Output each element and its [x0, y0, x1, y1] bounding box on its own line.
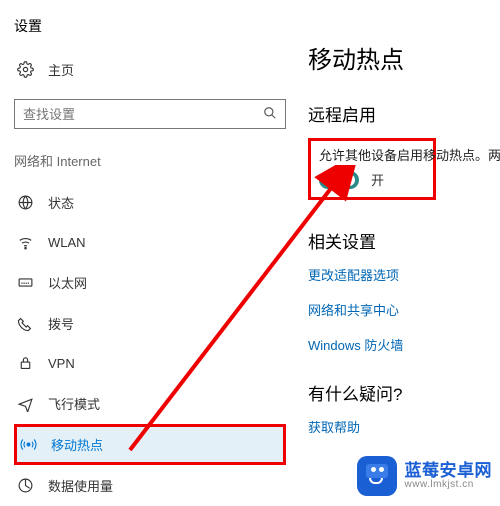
- help-title: 有什么疑问?: [308, 380, 500, 405]
- search-input[interactable]: [23, 107, 263, 122]
- window-title: 设置: [14, 16, 286, 36]
- sidebar-item-label: 移动热点: [51, 435, 103, 454]
- sidebar-item-label: 以太网: [48, 273, 87, 292]
- sidebar-item-status[interactable]: 状态: [14, 182, 286, 223]
- sidebar-item-dialup[interactable]: 拨号: [14, 303, 286, 344]
- watermark-title: 蓝莓安卓网: [405, 462, 493, 480]
- sidebar-item-wlan[interactable]: WLAN: [14, 223, 286, 262]
- related-title: 相关设置: [308, 228, 500, 253]
- sidebar-item-ethernet[interactable]: 以太网: [14, 262, 286, 303]
- search-box[interactable]: [14, 99, 286, 129]
- sidebar-item-vpn[interactable]: VPN: [14, 344, 286, 383]
- page-title: 移动热点: [308, 40, 500, 75]
- search-icon: [263, 106, 277, 123]
- sidebar-item-label: 数据使用量: [48, 476, 113, 495]
- link-firewall[interactable]: Windows 防火墙: [308, 335, 500, 354]
- vpn-icon: [16, 355, 34, 372]
- remote-toggle[interactable]: [319, 171, 359, 189]
- home-row[interactable]: 主页: [14, 54, 286, 85]
- left-pane: 设置 主页 网络和 Internet 状态: [0, 0, 300, 502]
- ethernet-icon: [16, 274, 34, 291]
- gear-icon: [16, 61, 34, 78]
- sidebar-item-label: 拨号: [48, 314, 74, 333]
- right-pane: 移动热点 远程启用 允许其他设备启用移动热点。两个 开 相关设置 更改适配器选项…: [300, 0, 500, 502]
- hotspot-icon: [19, 436, 37, 453]
- section-label: 网络和 Internet: [14, 151, 286, 170]
- remote-title: 远程启用: [308, 101, 500, 126]
- sidebar-item-airplane[interactable]: 飞行模式: [14, 383, 286, 424]
- data-icon: [16, 477, 34, 494]
- link-sharing[interactable]: 网络和共享中心: [308, 300, 500, 319]
- sidebar-item-label: WLAN: [48, 235, 86, 250]
- sidebar-item-label: 状态: [48, 193, 74, 212]
- remote-desc: 允许其他设备启用移动热点。两个: [319, 145, 425, 164]
- toggle-highlight-box: 允许其他设备启用移动热点。两个 开: [308, 138, 436, 200]
- watermark-logo-icon: [357, 456, 397, 496]
- link-help[interactable]: 获取帮助: [308, 417, 500, 436]
- dialup-icon: [16, 315, 34, 332]
- sidebar-item-datausage[interactable]: 数据使用量: [14, 465, 286, 506]
- sidebar-item-hotspot[interactable]: 移动热点: [14, 424, 286, 465]
- watermark-url: www.lmkjst.cn: [405, 480, 493, 491]
- toggle-state-label: 开: [371, 170, 384, 189]
- sidebar-item-label: 飞行模式: [48, 394, 100, 413]
- status-icon: [16, 194, 34, 211]
- sidebar-item-label: VPN: [48, 356, 75, 371]
- watermark: 蓝莓安卓网 www.lmkjst.cn: [357, 456, 493, 496]
- home-label: 主页: [48, 60, 74, 79]
- airplane-icon: [16, 395, 34, 412]
- link-adapter[interactable]: 更改适配器选项: [308, 265, 500, 284]
- wifi-icon: [16, 234, 34, 251]
